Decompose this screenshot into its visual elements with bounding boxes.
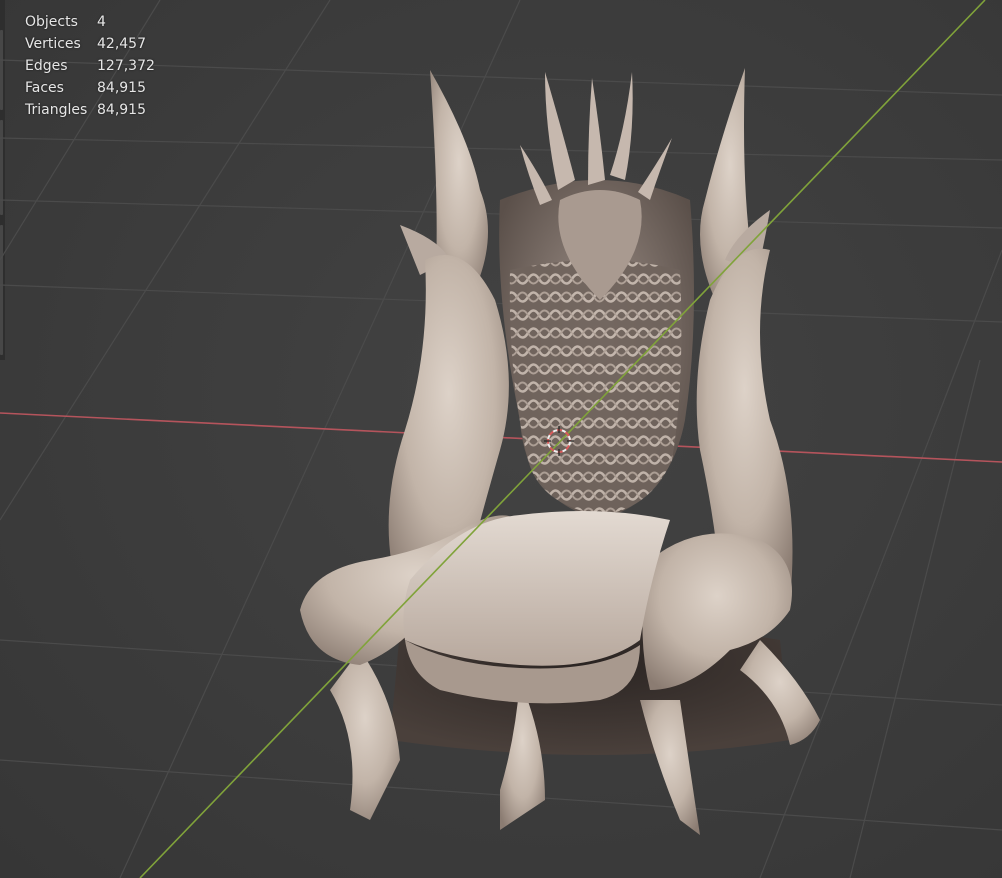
- stat-label: Triangles: [25, 102, 88, 118]
- viewport-scene[interactable]: [0, 0, 1002, 878]
- 3d-viewport[interactable]: Objects 4 Vertices 42,457 Edges 127,372 …: [0, 0, 1002, 878]
- stat-value: 4: [97, 14, 106, 30]
- front-left-leg: [330, 650, 400, 820]
- crown-spike: [610, 72, 633, 180]
- grid-line: [849, 359, 981, 878]
- stat-row-faces: Faces 84,915: [25, 77, 155, 99]
- stat-label: Vertices: [25, 36, 81, 52]
- stat-row-triangles: Triangles 84,915: [25, 99, 155, 121]
- stat-label: Faces: [25, 80, 64, 96]
- grid-line: [0, 284, 1002, 323]
- stat-label: Objects: [25, 14, 78, 30]
- stat-value: 42,457: [97, 36, 146, 52]
- crown-spike: [588, 78, 605, 185]
- statistics-overlay: Objects 4 Vertices 42,457 Edges 127,372 …: [25, 11, 155, 121]
- stat-label: Edges: [25, 58, 68, 74]
- crown-spike: [545, 72, 575, 190]
- stat-row-objects: Objects 4: [25, 11, 155, 33]
- stat-row-edges: Edges 127,372: [25, 55, 155, 77]
- throne-lattice: [509, 260, 682, 515]
- grid-line: [0, 137, 1002, 161]
- stat-value: 84,915: [97, 80, 146, 96]
- stat-value: 84,915: [97, 102, 146, 118]
- stat-row-vertices: Vertices 42,457: [25, 33, 155, 55]
- grid-line: [759, 249, 1002, 878]
- stat-value: 127,372: [97, 58, 155, 74]
